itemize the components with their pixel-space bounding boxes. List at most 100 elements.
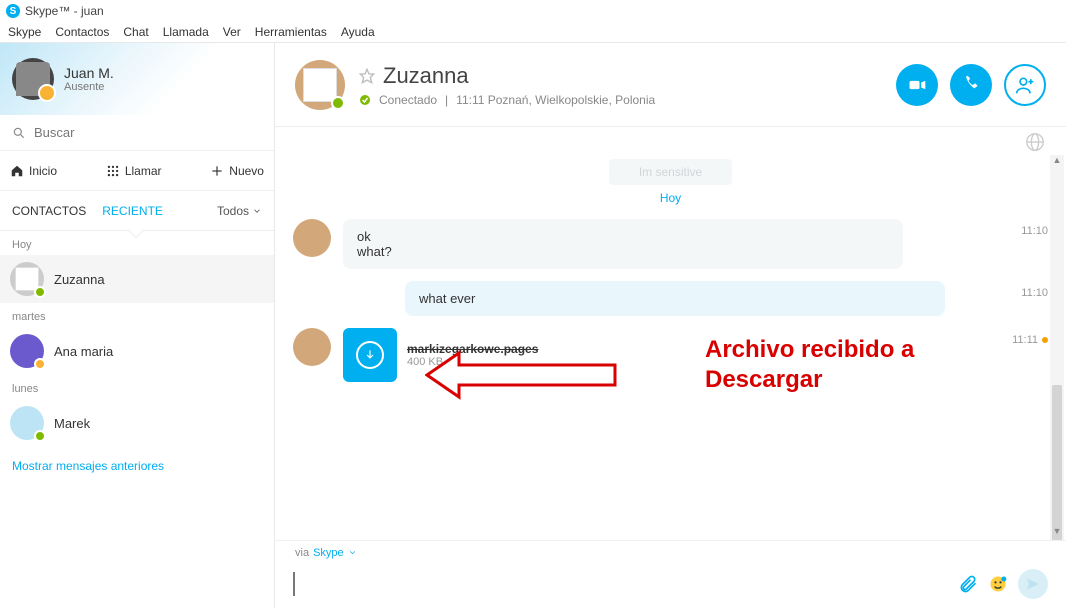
avatar	[10, 334, 44, 368]
globe-icon[interactable]	[1024, 131, 1046, 153]
message-text: what?	[357, 244, 889, 259]
show-older-link[interactable]: Mostrar mensajes anteriores	[0, 447, 274, 485]
filter-dropdown[interactable]: Todos	[217, 204, 262, 218]
emoji-icon[interactable]	[988, 574, 1008, 594]
contact-name: Ana maria	[54, 344, 113, 359]
scroll-up-icon[interactable]: ▲	[1050, 155, 1064, 169]
via-app: Skype	[313, 547, 344, 559]
contact-zuzanna[interactable]: Zuzanna	[0, 255, 274, 303]
chat-panel: Zuzanna Conectado | 11:11 Poznań, Wielko…	[275, 43, 1066, 608]
file-name: markizegarkowe.pages	[407, 342, 538, 356]
menu-herramientas[interactable]: Herramientas	[255, 25, 327, 39]
nav-home-label: Inicio	[29, 164, 57, 178]
search-placeholder: Buscar	[34, 125, 74, 140]
date-separator: Hoy	[293, 191, 1048, 205]
attachment-icon[interactable]	[958, 574, 978, 594]
chevron-down-icon	[252, 206, 262, 216]
contact-list: Hoy Zuzanna martes Ana maria lunes Marek…	[0, 231, 274, 608]
message-bubble[interactable]: ok what?	[343, 219, 903, 269]
app-body: Juan M. Ausente Buscar Inicio Llamar Nue…	[0, 42, 1066, 608]
send-button[interactable]	[1018, 569, 1048, 599]
faded-message: Im sensitive	[609, 159, 732, 185]
message-input[interactable]	[293, 572, 948, 596]
scrollbar[interactable]: ▲ ▼	[1050, 155, 1064, 540]
download-icon	[363, 348, 377, 362]
self-avatar	[12, 58, 54, 100]
separator: |	[445, 93, 448, 107]
contact-name: Zuzanna	[54, 272, 105, 287]
self-status: Ausente	[64, 81, 114, 93]
star-outline-icon[interactable]	[359, 68, 375, 84]
self-profile[interactable]: Juan M. Ausente	[0, 43, 274, 115]
self-name: Juan M.	[64, 65, 114, 81]
nav-home[interactable]: Inicio	[10, 164, 57, 178]
group-monday: lunes	[0, 375, 274, 399]
group-tuesday: martes	[0, 303, 274, 327]
via-label: via	[295, 547, 309, 559]
dialpad-icon	[106, 164, 120, 178]
menu-chat[interactable]: Chat	[123, 25, 148, 39]
avatar	[10, 262, 44, 296]
avatar	[293, 328, 331, 366]
scroll-down-icon[interactable]: ▼	[1050, 526, 1064, 540]
nav-call-label: Llamar	[125, 164, 162, 178]
menu-ayuda[interactable]: Ayuda	[341, 25, 375, 39]
sidebar: Juan M. Ausente Buscar Inicio Llamar Nue…	[0, 43, 275, 608]
menu-skype[interactable]: Skype	[8, 25, 41, 39]
message-bubble[interactable]: what ever	[405, 281, 945, 316]
home-icon	[10, 164, 24, 178]
via-row[interactable]: via Skype	[275, 540, 1066, 564]
file-size: 400 KB	[407, 356, 538, 368]
filter-label: Todos	[217, 204, 249, 218]
tab-contacts[interactable]: CONTACTOS	[12, 204, 86, 218]
message-incoming: ok what? 11:10	[293, 219, 1048, 269]
window-titlebar: S Skype™ - juan	[0, 0, 1066, 22]
download-file-button[interactable]	[343, 328, 397, 382]
menu-llamada[interactable]: Llamada	[163, 25, 209, 39]
video-icon	[907, 75, 927, 95]
video-call-button[interactable]	[896, 64, 938, 106]
message-time: 11:11	[1012, 334, 1048, 346]
chat-title: Zuzanna	[383, 63, 469, 89]
voice-call-button[interactable]	[950, 64, 992, 106]
message-text: ok	[357, 229, 889, 244]
status-dot-icon	[359, 94, 371, 106]
contact-marek[interactable]: Marek	[0, 399, 274, 447]
message-file: markizegarkowe.pages 400 KB 11:11	[293, 328, 1048, 382]
compose-row	[275, 564, 1066, 608]
skype-logo-icon: S	[6, 4, 20, 18]
chat-body: Im sensitive Hoy ok what? 11:10 what eve…	[275, 155, 1066, 540]
message-text: what ever	[419, 291, 475, 306]
chat-avatar[interactable]	[295, 60, 345, 110]
nav-new-label: Nuevo	[229, 164, 264, 178]
nav-new[interactable]: Nuevo	[210, 164, 264, 178]
add-user-icon	[1015, 75, 1035, 95]
sidebar-tabs: CONTACTOS RECIENTE Todos	[0, 191, 274, 231]
avatar	[10, 406, 44, 440]
menu-bar: Skype Contactos Chat Llamada Ver Herrami…	[0, 22, 1066, 42]
scroll-thumb[interactable]	[1052, 385, 1062, 540]
tab-recent[interactable]: RECIENTE	[102, 204, 163, 218]
message-time: 11:10	[1021, 225, 1048, 237]
nav-call[interactable]: Llamar	[106, 164, 162, 178]
menu-ver[interactable]: Ver	[223, 25, 241, 39]
plus-icon	[210, 164, 224, 178]
add-participant-button[interactable]	[1004, 64, 1046, 106]
chat-actions	[896, 64, 1046, 106]
chat-header: Zuzanna Conectado | 11:11 Poznań, Wielko…	[275, 43, 1066, 127]
contact-anamaria[interactable]: Ana maria	[0, 327, 274, 375]
chevron-down-icon	[348, 548, 357, 557]
search-field[interactable]: Buscar	[0, 115, 274, 151]
message-outgoing: what ever 11:10	[293, 281, 1048, 316]
search-icon	[12, 126, 26, 140]
contact-name: Marek	[54, 416, 90, 431]
menu-contactos[interactable]: Contactos	[55, 25, 109, 39]
window-title: Skype™ - juan	[25, 4, 104, 18]
avatar	[293, 219, 331, 257]
send-icon	[1025, 576, 1041, 592]
unread-dot-icon	[1042, 337, 1048, 343]
phone-icon	[961, 75, 981, 95]
sidebar-nav: Inicio Llamar Nuevo	[0, 151, 274, 191]
chat-status: Conectado	[379, 93, 437, 107]
message-time: 11:10	[1021, 287, 1048, 299]
